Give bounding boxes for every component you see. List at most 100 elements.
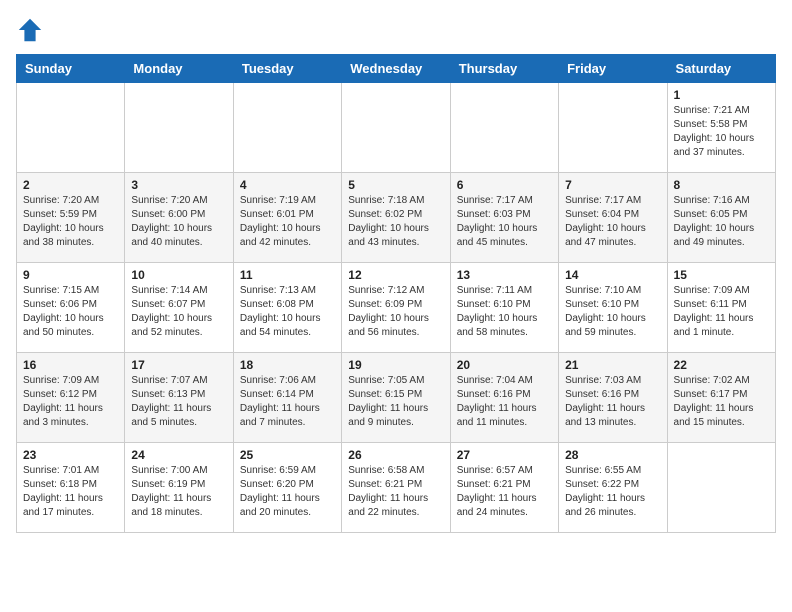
calendar-cell: 21 Sunrise: 7:03 AM Sunset: 6:16 PM Dayli… [559, 353, 667, 443]
logo-icon [16, 16, 44, 44]
day-number: 13 [457, 268, 552, 282]
calendar-cell: 26 Sunrise: 6:58 AM Sunset: 6:21 PM Dayli… [342, 443, 450, 533]
day-number: 26 [348, 448, 443, 462]
calendar-cell: 22 Sunrise: 7:02 AM Sunset: 6:17 PM Dayli… [667, 353, 775, 443]
calendar-cell [667, 443, 775, 533]
day-info: Sunrise: 7:20 AM Sunset: 5:59 PM Dayligh… [23, 194, 118, 250]
day-number: 23 [23, 448, 118, 462]
day-number: 4 [240, 178, 335, 192]
calendar-cell: 13 Sunrise: 7:11 AM Sunset: 6:10 PM Dayli… [450, 263, 558, 353]
week-row-2: 2 Sunrise: 7:20 AM Sunset: 5:59 PM Daylig… [17, 173, 776, 263]
day-info: Sunrise: 6:58 AM Sunset: 6:21 PM Dayligh… [348, 464, 443, 520]
day-number: 14 [565, 268, 660, 282]
weekday-tuesday: Tuesday [233, 55, 341, 83]
day-number: 8 [674, 178, 769, 192]
calendar-cell [233, 83, 341, 173]
day-info: Sunrise: 7:09 AM Sunset: 6:12 PM Dayligh… [23, 374, 118, 430]
week-row-4: 16 Sunrise: 7:09 AM Sunset: 6:12 PM Dayli… [17, 353, 776, 443]
day-info: Sunrise: 7:02 AM Sunset: 6:17 PM Dayligh… [674, 374, 769, 430]
day-info: Sunrise: 7:11 AM Sunset: 6:10 PM Dayligh… [457, 284, 552, 340]
calendar-cell: 1 Sunrise: 7:21 AM Sunset: 5:58 PM Daylig… [667, 83, 775, 173]
day-info: Sunrise: 6:59 AM Sunset: 6:20 PM Dayligh… [240, 464, 335, 520]
day-info: Sunrise: 6:57 AM Sunset: 6:21 PM Dayligh… [457, 464, 552, 520]
weekday-saturday: Saturday [667, 55, 775, 83]
day-number: 17 [131, 358, 226, 372]
day-info: Sunrise: 7:03 AM Sunset: 6:16 PM Dayligh… [565, 374, 660, 430]
day-number: 25 [240, 448, 335, 462]
calendar-cell: 14 Sunrise: 7:10 AM Sunset: 6:10 PM Dayli… [559, 263, 667, 353]
day-info: Sunrise: 7:07 AM Sunset: 6:13 PM Dayligh… [131, 374, 226, 430]
day-number: 19 [348, 358, 443, 372]
day-number: 11 [240, 268, 335, 282]
day-number: 27 [457, 448, 552, 462]
day-info: Sunrise: 7:05 AM Sunset: 6:15 PM Dayligh… [348, 374, 443, 430]
day-info: Sunrise: 7:04 AM Sunset: 6:16 PM Dayligh… [457, 374, 552, 430]
day-info: Sunrise: 7:09 AM Sunset: 6:11 PM Dayligh… [674, 284, 769, 340]
day-info: Sunrise: 7:21 AM Sunset: 5:58 PM Dayligh… [674, 104, 769, 160]
calendar-cell: 19 Sunrise: 7:05 AM Sunset: 6:15 PM Dayli… [342, 353, 450, 443]
calendar-cell: 2 Sunrise: 7:20 AM Sunset: 5:59 PM Daylig… [17, 173, 125, 263]
day-info: Sunrise: 7:01 AM Sunset: 6:18 PM Dayligh… [23, 464, 118, 520]
calendar-cell: 8 Sunrise: 7:16 AM Sunset: 6:05 PM Daylig… [667, 173, 775, 263]
day-info: Sunrise: 7:19 AM Sunset: 6:01 PM Dayligh… [240, 194, 335, 250]
calendar-cell: 5 Sunrise: 7:18 AM Sunset: 6:02 PM Daylig… [342, 173, 450, 263]
day-number: 3 [131, 178, 226, 192]
calendar-cell: 7 Sunrise: 7:17 AM Sunset: 6:04 PM Daylig… [559, 173, 667, 263]
calendar-cell: 15 Sunrise: 7:09 AM Sunset: 6:11 PM Dayli… [667, 263, 775, 353]
day-number: 16 [23, 358, 118, 372]
day-number: 21 [565, 358, 660, 372]
page-header [16, 16, 776, 44]
day-info: Sunrise: 7:10 AM Sunset: 6:10 PM Dayligh… [565, 284, 660, 340]
calendar-table: SundayMondayTuesdayWednesdayThursdayFrid… [16, 54, 776, 533]
calendar-body: 1 Sunrise: 7:21 AM Sunset: 5:58 PM Daylig… [17, 83, 776, 533]
day-number: 15 [674, 268, 769, 282]
day-info: Sunrise: 7:17 AM Sunset: 6:03 PM Dayligh… [457, 194, 552, 250]
weekday-friday: Friday [559, 55, 667, 83]
day-info: Sunrise: 7:17 AM Sunset: 6:04 PM Dayligh… [565, 194, 660, 250]
day-info: Sunrise: 7:13 AM Sunset: 6:08 PM Dayligh… [240, 284, 335, 340]
logo [16, 16, 48, 44]
calendar-cell [559, 83, 667, 173]
calendar-cell: 4 Sunrise: 7:19 AM Sunset: 6:01 PM Daylig… [233, 173, 341, 263]
weekday-wednesday: Wednesday [342, 55, 450, 83]
day-info: Sunrise: 7:15 AM Sunset: 6:06 PM Dayligh… [23, 284, 118, 340]
calendar-cell: 28 Sunrise: 6:55 AM Sunset: 6:22 PM Dayli… [559, 443, 667, 533]
day-info: Sunrise: 7:18 AM Sunset: 6:02 PM Dayligh… [348, 194, 443, 250]
week-row-3: 9Sunrise: 7:15 AM Sunset: 6:06 PM Daylig… [17, 263, 776, 353]
calendar-cell: 27 Sunrise: 6:57 AM Sunset: 6:21 PM Dayli… [450, 443, 558, 533]
day-number: 6 [457, 178, 552, 192]
day-number: 24 [131, 448, 226, 462]
day-info: Sunrise: 7:16 AM Sunset: 6:05 PM Dayligh… [674, 194, 769, 250]
day-number: 7 [565, 178, 660, 192]
calendar-cell: 9Sunrise: 7:15 AM Sunset: 6:06 PM Daylig… [17, 263, 125, 353]
day-info: Sunrise: 7:14 AM Sunset: 6:07 PM Dayligh… [131, 284, 226, 340]
weekday-sunday: Sunday [17, 55, 125, 83]
calendar-cell [450, 83, 558, 173]
calendar-cell: 23 Sunrise: 7:01 AM Sunset: 6:18 PM Dayli… [17, 443, 125, 533]
calendar-cell: 24 Sunrise: 7:00 AM Sunset: 6:19 PM Dayli… [125, 443, 233, 533]
calendar-cell [17, 83, 125, 173]
weekday-thursday: Thursday [450, 55, 558, 83]
day-info: Sunrise: 7:12 AM Sunset: 6:09 PM Dayligh… [348, 284, 443, 340]
calendar-cell [125, 83, 233, 173]
day-info: Sunrise: 7:00 AM Sunset: 6:19 PM Dayligh… [131, 464, 226, 520]
day-info: Sunrise: 6:55 AM Sunset: 6:22 PM Dayligh… [565, 464, 660, 520]
day-number: 12 [348, 268, 443, 282]
day-number: 20 [457, 358, 552, 372]
day-number: 10 [131, 268, 226, 282]
calendar-cell: 10 Sunrise: 7:14 AM Sunset: 6:07 PM Dayli… [125, 263, 233, 353]
day-number: 18 [240, 358, 335, 372]
calendar-cell: 11 Sunrise: 7:13 AM Sunset: 6:08 PM Dayli… [233, 263, 341, 353]
calendar-cell: 16 Sunrise: 7:09 AM Sunset: 6:12 PM Dayli… [17, 353, 125, 443]
week-row-1: 1 Sunrise: 7:21 AM Sunset: 5:58 PM Daylig… [17, 83, 776, 173]
day-number: 1 [674, 88, 769, 102]
calendar-cell: 12 Sunrise: 7:12 AM Sunset: 6:09 PM Dayli… [342, 263, 450, 353]
calendar-cell: 18Sunrise: 7:06 AM Sunset: 6:14 PM Dayli… [233, 353, 341, 443]
calendar-cell: 25 Sunrise: 6:59 AM Sunset: 6:20 PM Dayli… [233, 443, 341, 533]
day-number: 2 [23, 178, 118, 192]
day-number: 22 [674, 358, 769, 372]
day-number: 28 [565, 448, 660, 462]
day-info: Sunrise: 7:20 AM Sunset: 6:00 PM Dayligh… [131, 194, 226, 250]
calendar-cell: 3 Sunrise: 7:20 AM Sunset: 6:00 PM Daylig… [125, 173, 233, 263]
day-number: 5 [348, 178, 443, 192]
